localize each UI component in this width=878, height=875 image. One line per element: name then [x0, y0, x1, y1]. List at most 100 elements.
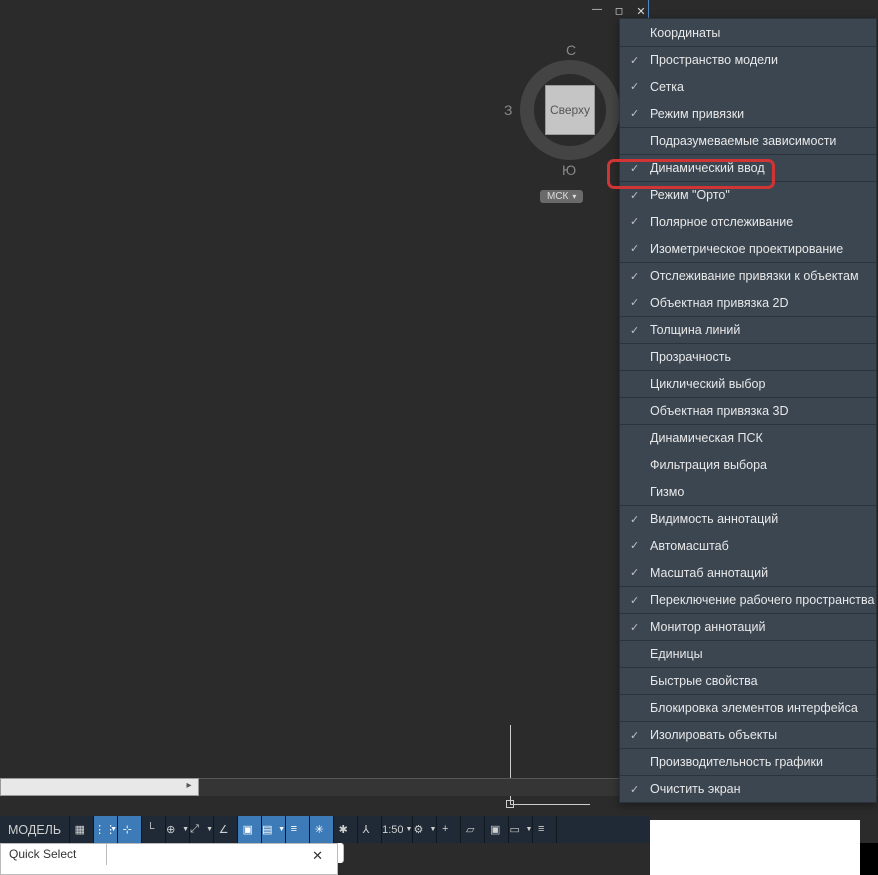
menu-item-режим-орто-[interactable]: ✓Режим "Орто" [620, 181, 876, 208]
menu-item-масштаб-аннотаций[interactable]: ✓ Масштаб аннотаций [620, 559, 876, 586]
menu-item-быстрые-свойства[interactable]: Быстрые свойства [620, 667, 876, 694]
menu-item-очистить-экран[interactable]: ✓Очистить экран [620, 775, 876, 802]
anno-visibility-icon[interactable]: ✳ [310, 816, 334, 843]
check-icon: ✓ [630, 54, 639, 67]
menu-item-label: Гизмо [650, 485, 684, 499]
window-minimize-button[interactable] [590, 4, 604, 18]
statusbar-customize-menu: Координаты✓Пространство модели✓Сетка✓Реж… [619, 18, 877, 803]
menu-item-гизмо[interactable]: Гизмо [620, 478, 876, 505]
check-icon: ✓ [630, 242, 639, 255]
menu-item-label: Объектная привязка 2D [650, 296, 789, 310]
gear-icon[interactable]: ⚙▼ [413, 816, 437, 843]
menu-item-толщина-линий[interactable]: ✓Толщина линий [620, 316, 876, 343]
ucs-icon: ▱ [466, 823, 480, 837]
menu-item-изолировать-объекты[interactable]: ✓Изолировать объекты [620, 721, 876, 748]
ucs-dropdown[interactable]: МСК [540, 190, 583, 203]
menu-item-пространство-модели[interactable]: ✓ Пространство модели [620, 46, 876, 73]
anno-auto-icon[interactable]: ✱ [334, 816, 358, 843]
compass-south[interactable]: Ю [562, 162, 576, 178]
monitor-icon: ▣ [490, 823, 504, 837]
compass-north[interactable]: С [566, 42, 576, 58]
polar-icon[interactable]: ⊕▼ [166, 816, 190, 843]
compass-west[interactable]: З [504, 102, 512, 118]
menu-item-объектная-привязка-2d[interactable]: ✓Объектная привязка 2D [620, 289, 876, 316]
menu-item-подразумеваемые-зависимости[interactable]: Подразумеваемые зависимости [620, 127, 876, 154]
check-icon: ✓ [630, 621, 639, 634]
annotation-scale-button[interactable]: 1:50▼ [382, 816, 413, 843]
window-close-button[interactable] [634, 4, 648, 18]
menu-item-прозрачность[interactable]: Прозрачность [620, 343, 876, 370]
panel-pull-handle[interactable] [338, 843, 344, 863]
scroll-right-arrow[interactable]: ▸ [182, 780, 196, 794]
menu-item-блокировка-элементов-интерфейс[interactable]: Блокировка элементов интерфейса [620, 694, 876, 721]
menu-item-монитор-аннотаций[interactable]: ✓Монитор аннотаций [620, 613, 876, 640]
check-icon: ✓ [630, 539, 639, 552]
viewcube-top-face[interactable]: Сверху [545, 85, 595, 135]
menu-item-объектная-привязка-3d[interactable]: Объектная привязка 3D [620, 397, 876, 424]
menu-item-циклический-выбор[interactable]: Циклический выбор [620, 370, 876, 397]
menu-item-единицы[interactable]: Единицы [620, 640, 876, 667]
ortho-icon[interactable]: └ [142, 816, 166, 843]
quick-select-title: Quick Select [0, 843, 107, 865]
menu-item-полярное-отслеживание[interactable]: ✓ Полярное отслеживание [620, 208, 876, 235]
check-icon: ✓ [630, 215, 639, 228]
grid-major-icon[interactable]: ▦ [70, 816, 94, 843]
snap-icon[interactable]: ⊹ [118, 816, 142, 843]
lineweight-icon[interactable]: ≡ [286, 816, 310, 843]
ucs-icon[interactable]: ▱ [461, 816, 485, 843]
menu-item-label: Масштаб аннотаций [650, 566, 768, 580]
anno-scale-icon[interactable]: ⅄ [358, 816, 382, 843]
background-panel [650, 820, 860, 875]
menu-item-label: Единицы [650, 647, 703, 661]
menu-item-label: Фильтрация выбора [650, 458, 767, 472]
check-icon: ✓ [630, 513, 639, 526]
lineweight-icon: ≡ [291, 823, 305, 837]
check-icon: ✓ [630, 566, 639, 579]
iso-icon[interactable]: ⤢▼ [190, 816, 214, 843]
menu-item-отслеживание-привязки-к-объект[interactable]: ✓Отслеживание привязки к объектам [620, 262, 876, 289]
menu-icon[interactable]: ≡ [533, 816, 557, 843]
osnap2d-icon: ▣ [243, 823, 257, 837]
osnap2d-icon[interactable]: ▣ [238, 816, 262, 843]
gear-icon: ⚙ [413, 823, 427, 837]
menu-item-координаты[interactable]: Координаты [620, 19, 876, 46]
anno-auto-icon: ✱ [339, 823, 353, 837]
model-space-button[interactable]: МОДЕЛЬ [0, 816, 70, 843]
menu-item-label: Полярное отслеживание [650, 215, 793, 229]
menu-item-фильтрация-выбора[interactable]: Фильтрация выбора [620, 451, 876, 478]
snap-icon: ⊹ [123, 823, 137, 837]
window-controls [590, 4, 648, 18]
menu-item-изометрическое-проектирование[interactable]: ✓Изометрическое проектирование [620, 235, 876, 262]
menu-item-производительность-графики[interactable]: Производительность графики [620, 748, 876, 775]
status-bar: МОДЕЛЬ ▦⋮⋮▼⊹└⊕▼⤢▼∠▣▤▼≡✳✱⅄1:50▼⚙▼+▱▣▭▼≡ [0, 816, 650, 843]
viewcube[interactable]: Сверху С Ю З В МСК [510, 30, 630, 200]
plus-icon[interactable]: + [437, 816, 461, 843]
menu-item-label: Подразумеваемые зависимости [650, 134, 836, 148]
dropdown-arrow-icon: ▼ [182, 826, 189, 833]
grid-minor-icon[interactable]: ⋮⋮▼ [94, 816, 118, 843]
menu-item-сетка[interactable]: ✓Сетка [620, 73, 876, 100]
osnap-track-icon[interactable]: ∠ [214, 816, 238, 843]
menu-item-режим-привязки[interactable]: ✓Режим привязки [620, 100, 876, 127]
menu-item-label: Очистить экран [650, 782, 741, 796]
menu-item-label: Координаты [650, 26, 720, 40]
quick-select-close-button[interactable]: ✕ [312, 848, 323, 864]
quick-select-panel[interactable]: Quick Select ✕ [0, 843, 338, 875]
menu-item-динамический-ввод[interactable]: ✓Динамический ввод [620, 154, 876, 181]
ortho-icon: └ [147, 823, 161, 837]
horizontal-scrollbar[interactable]: ▸ [0, 778, 199, 796]
isolate-icon[interactable]: ▭▼ [509, 816, 533, 843]
lw-icon[interactable]: ▤▼ [262, 816, 286, 843]
menu-item-видимость-аннотаций[interactable]: ✓Видимость аннотаций [620, 505, 876, 532]
menu-item-label: Пространство модели [650, 53, 778, 67]
menu-item-автомасштаб[interactable]: ✓Автомасштаб [620, 532, 876, 559]
menu-item-label: Динамическая ПСК [650, 431, 763, 445]
title-bar-separator [648, 0, 649, 18]
window-restore-button[interactable] [612, 4, 626, 18]
menu-item-label: Толщина линий [650, 323, 740, 337]
monitor-icon[interactable]: ▣ [485, 816, 509, 843]
dropdown-arrow-icon: ▼ [110, 826, 117, 833]
menu-item-динамическая-пск[interactable]: Динамическая ПСК [620, 424, 876, 451]
anno-scale-icon: ⅄ [363, 823, 377, 837]
menu-item-переключение-рабочего-простран[interactable]: ✓Переключение рабочего пространства [620, 586, 876, 613]
